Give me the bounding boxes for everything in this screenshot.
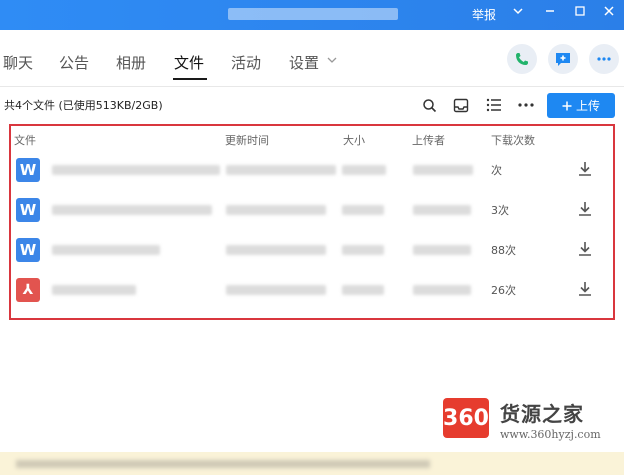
- download-icon[interactable]: [576, 280, 594, 298]
- tab-album[interactable]: 相册: [116, 52, 146, 73]
- file-name-blurred: [52, 205, 212, 215]
- time-blurred: [226, 285, 326, 295]
- notice-text-blurred: [16, 460, 430, 468]
- download-count: 3次: [491, 204, 509, 217]
- size-blurred: [342, 165, 386, 175]
- word-file-icon: W: [16, 198, 40, 222]
- word-file-icon: W: [16, 238, 40, 262]
- word-file-icon: W: [16, 158, 40, 182]
- report-button[interactable]: 举报: [472, 6, 496, 23]
- header-file: 文件: [14, 134, 36, 147]
- storage-usage: 共4个文件 (已使用513KB/2GB): [4, 99, 163, 112]
- time-blurred: [226, 165, 336, 175]
- download-icon[interactable]: [576, 240, 594, 258]
- inbox-icon[interactable]: [452, 96, 470, 114]
- watermark-logo: 360: [443, 398, 489, 438]
- minimize-icon[interactable]: [542, 5, 558, 21]
- size-blurred: [342, 205, 384, 215]
- uploader-blurred: [413, 165, 473, 175]
- size-blurred: [342, 245, 384, 255]
- active-tab-indicator: [173, 78, 207, 80]
- download-count: 26次: [491, 284, 516, 297]
- chevron-down-icon[interactable]: [326, 52, 338, 70]
- search-icon[interactable]: [420, 96, 438, 114]
- tab-files[interactable]: 文件: [174, 52, 204, 73]
- close-icon[interactable]: [601, 5, 617, 21]
- time-blurred: [226, 245, 326, 255]
- more-button[interactable]: [589, 44, 619, 74]
- watermark-url: www.360hyzj.com: [500, 428, 601, 441]
- tab-chat[interactable]: 聊天: [3, 52, 33, 73]
- tab-announcement[interactable]: 公告: [59, 52, 89, 73]
- download-count: 次: [491, 164, 502, 177]
- header-downloads: 下载次数: [491, 134, 535, 147]
- upload-label: 上传: [575, 99, 600, 113]
- time-blurred: [226, 205, 326, 215]
- tab-activity[interactable]: 活动: [231, 52, 261, 73]
- table-row[interactable]: W 次: [12, 151, 612, 189]
- download-icon[interactable]: [576, 160, 594, 178]
- title-bar: 举报: [0, 0, 624, 30]
- nav-divider: [0, 86, 624, 87]
- call-button[interactable]: [507, 44, 537, 74]
- more-dots-icon: [597, 57, 611, 61]
- maximize-icon[interactable]: [572, 5, 588, 21]
- phone-icon: [516, 53, 528, 65]
- header-updated-time: 更新时间: [225, 134, 269, 147]
- chat-plus-icon: [556, 53, 570, 66]
- new-message-button[interactable]: [548, 44, 578, 74]
- download-icon[interactable]: [576, 200, 594, 218]
- size-blurred: [342, 285, 384, 295]
- table-row[interactable]: W 88次: [12, 231, 612, 269]
- list-view-icon[interactable]: [485, 96, 503, 114]
- watermark-name: 货源之家: [500, 402, 584, 426]
- window-title-blurred: [228, 8, 398, 20]
- chevron-down-icon[interactable]: [510, 5, 526, 21]
- uploader-blurred: [413, 285, 471, 295]
- more-dots-icon[interactable]: [517, 96, 535, 114]
- pdf-file-icon: ⅄: [16, 278, 40, 302]
- uploader-blurred: [413, 245, 471, 255]
- table-row[interactable]: W 3次: [12, 191, 612, 229]
- plus-icon: [562, 101, 572, 110]
- file-name-blurred: [52, 165, 220, 175]
- uploader-blurred: [413, 205, 471, 215]
- header-size: 大小: [343, 134, 365, 147]
- tab-settings[interactable]: 设置: [289, 52, 319, 73]
- header-uploader: 上传者: [412, 134, 445, 147]
- table-row[interactable]: ⅄ 26次: [12, 271, 612, 309]
- file-name-blurred: [52, 245, 160, 255]
- upload-button[interactable]: 上传: [547, 93, 615, 118]
- file-name-blurred: [52, 285, 136, 295]
- download-count: 88次: [491, 244, 516, 257]
